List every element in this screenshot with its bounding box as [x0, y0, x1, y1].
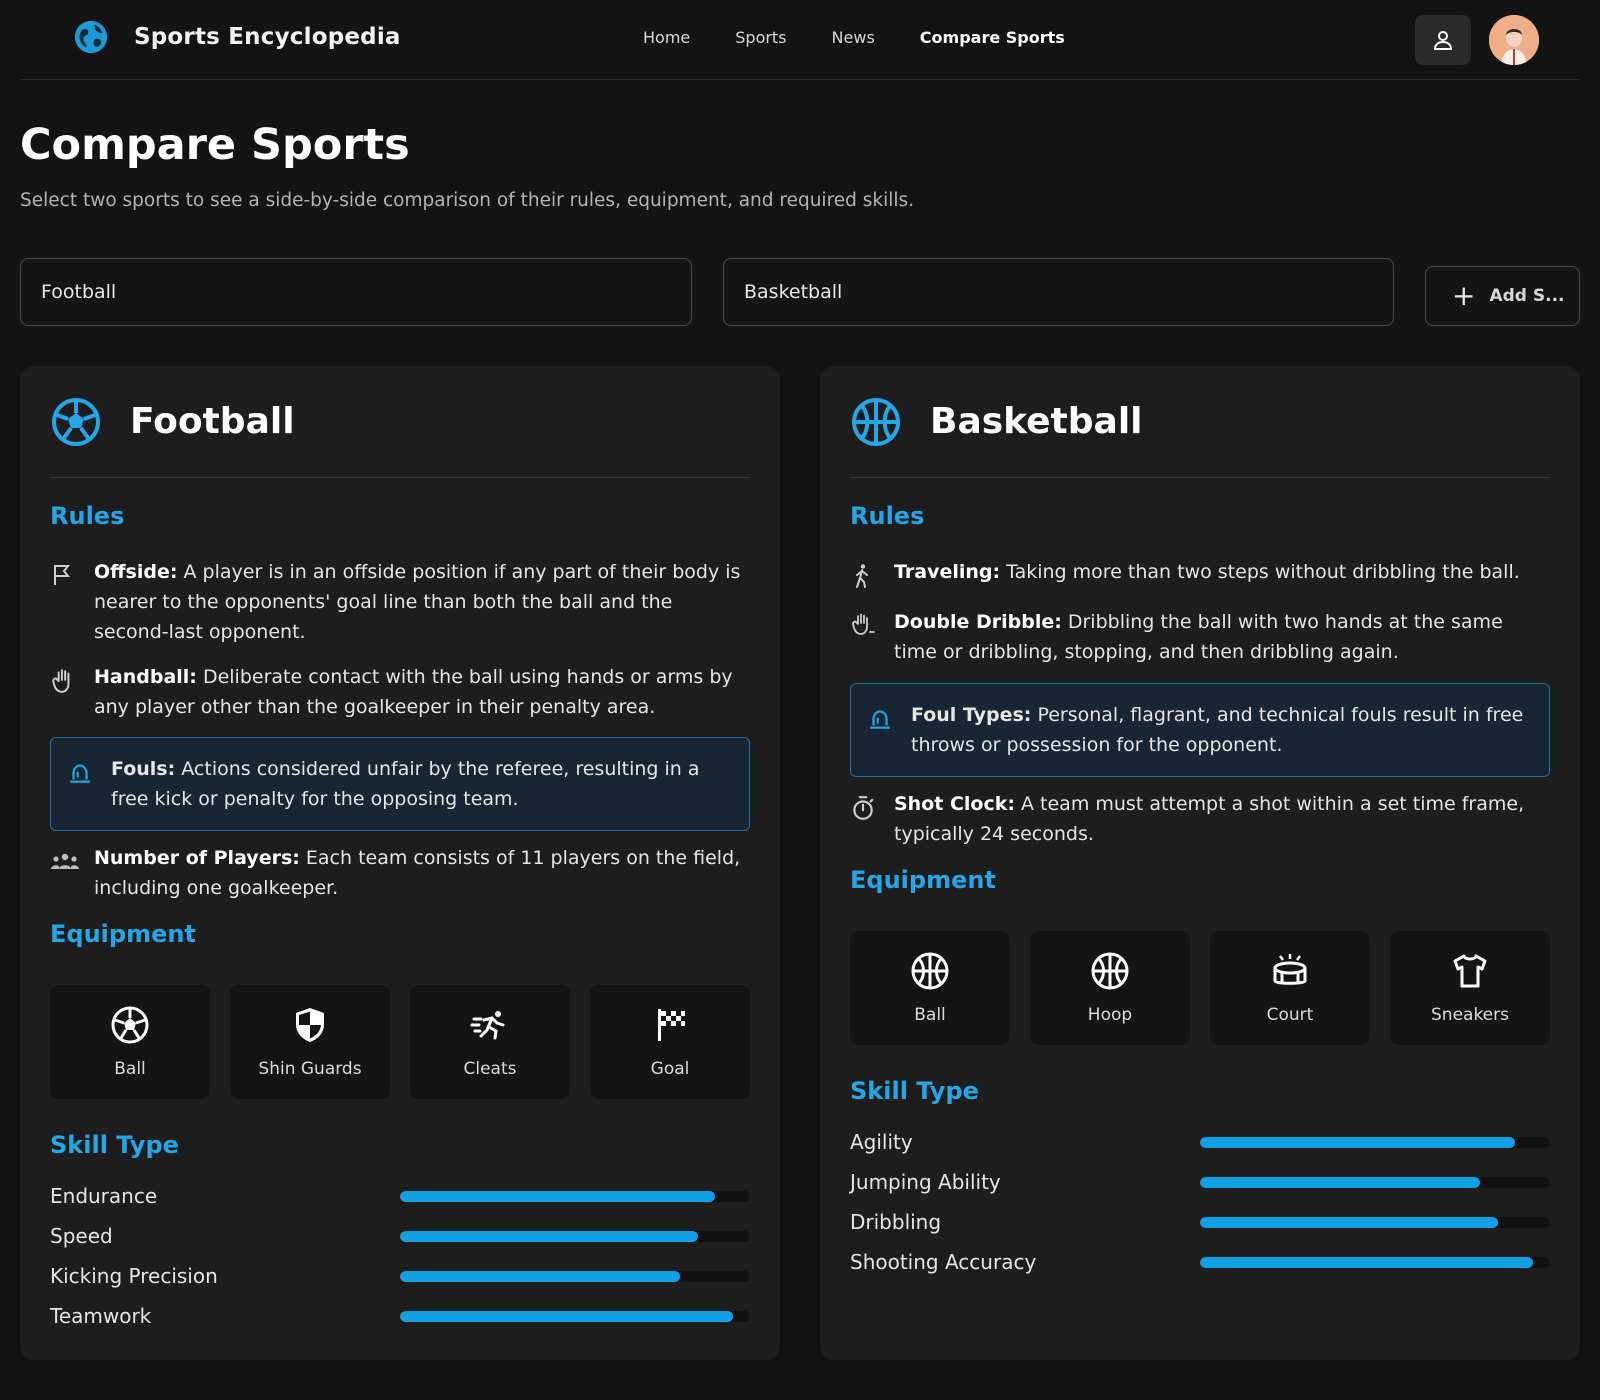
- globe-icon: [74, 20, 108, 54]
- equipment-item: Sneakers: [1390, 931, 1550, 1045]
- equipment-item: Ball: [50, 985, 210, 1099]
- nav-sports[interactable]: Sports: [735, 28, 786, 47]
- football-rules-heading: Rules: [50, 502, 125, 530]
- skill-bar: [1200, 1216, 1550, 1228]
- second-sport-select[interactable]: Basketball: [723, 258, 1394, 326]
- rule-item: Offside: A player is in an offside posit…: [50, 557, 750, 647]
- equipment-item: Court: [1210, 931, 1370, 1045]
- rule-item: Number of Players: Each team consists of…: [50, 843, 750, 903]
- soccer-ball-icon: [52, 397, 100, 446]
- football-equipment-heading: Equipment: [50, 920, 196, 948]
- fouls-callout: Fouls: Actions considered unfair by the …: [50, 737, 750, 831]
- skill-row: Kicking Precision: [50, 1262, 750, 1290]
- main-nav: Home Sports News Compare Sports: [643, 28, 1110, 47]
- skill-bar: [1200, 1256, 1550, 1268]
- football-equipment-list: Ball Shin Guards Cleats Goal: [50, 985, 750, 1099]
- page-title: Compare Sports: [20, 120, 410, 170]
- user-icon: [1433, 31, 1453, 50]
- skill-bar: [400, 1230, 750, 1242]
- basketball-skills-heading: Skill Type: [850, 1077, 979, 1105]
- basketball-title: Basketball: [930, 401, 1143, 442]
- nav-news[interactable]: News: [832, 28, 875, 47]
- user-profile-button[interactable]: [1415, 15, 1471, 65]
- basketball-icon: [852, 397, 900, 446]
- football-skills-heading: Skill Type: [50, 1131, 179, 1159]
- football-card-header: Football: [50, 366, 750, 478]
- skill-bar: [1200, 1136, 1550, 1148]
- equipment-item: Hoop: [1030, 931, 1190, 1045]
- page-subtitle: Select two sports to see a side-by-side …: [20, 190, 915, 211]
- nav-home[interactable]: Home: [643, 28, 690, 47]
- shirt-icon: [1453, 954, 1487, 988]
- basketball-icon: [911, 952, 949, 990]
- second-sport-value: Basketball: [744, 281, 843, 303]
- court-icon: [1273, 954, 1307, 985]
- hand-icon: [50, 668, 80, 722]
- brand-logo[interactable]: Sports Encyclopedia: [72, 18, 401, 56]
- hoop-icon: [1091, 952, 1129, 990]
- football-title: Football: [130, 401, 295, 442]
- skill-row: Shooting Accuracy: [850, 1248, 1550, 1276]
- skill-bar: [400, 1310, 750, 1322]
- skill-bar: [400, 1270, 750, 1282]
- team-icon: [50, 849, 80, 903]
- rule-item: Traveling: Taking more than two steps wi…: [850, 557, 1550, 593]
- equipment-item: Goal: [590, 985, 750, 1099]
- flag-icon: [50, 563, 80, 647]
- brand-name: Sports Encyclopedia: [134, 24, 401, 50]
- basketball-card: Basketball Rules Traveling: Taking more …: [820, 366, 1580, 1360]
- rule-item: Shot Clock: A team must attempt a shot w…: [850, 789, 1550, 849]
- stopwatch-icon: [850, 795, 880, 849]
- skill-row: Dribbling: [850, 1208, 1550, 1236]
- first-sport-value: Football: [41, 281, 117, 303]
- siren-icon: [867, 706, 897, 760]
- rule-item: Handball: Deliberate contact with the ba…: [50, 662, 750, 722]
- skill-row: Endurance: [50, 1182, 750, 1210]
- foul-types-callout: Foul Types: Personal, flagrant, and tech…: [850, 683, 1550, 777]
- skill-row: Teamwork: [50, 1302, 750, 1330]
- add-sport-button[interactable]: + Add S...: [1425, 266, 1580, 326]
- rule-item: Double Dribble: Dribbling the ball with …: [850, 607, 1550, 667]
- checkered-flag-icon: [658, 1009, 685, 1041]
- first-sport-select[interactable]: Football: [20, 258, 692, 326]
- basketball-rules-heading: Rules: [850, 502, 925, 530]
- dribble-hand-icon: [850, 613, 880, 667]
- nav-compare-sports[interactable]: Compare Sports: [920, 28, 1065, 47]
- running-shoe-icon: [470, 1011, 505, 1040]
- avatar[interactable]: [1489, 15, 1539, 65]
- football-card: Football Rules Offside: A player is in a…: [20, 366, 780, 1360]
- skill-row: Speed: [50, 1222, 750, 1250]
- equipment-item: Ball: [850, 931, 1010, 1045]
- plus-icon: +: [1452, 279, 1476, 312]
- equipment-item: Cleats: [410, 985, 570, 1099]
- soccer-ball-icon: [111, 1006, 149, 1044]
- basketball-equipment-heading: Equipment: [850, 866, 996, 894]
- skill-row: Agility: [850, 1128, 1550, 1156]
- equipment-item: Shin Guards: [230, 985, 390, 1099]
- walking-icon: [850, 563, 880, 593]
- basketball-equipment-list: Ball Hoop Court Sneakers: [850, 931, 1550, 1045]
- add-sport-label: Add S...: [1489, 286, 1565, 306]
- skill-bar: [400, 1190, 750, 1202]
- top-nav-bar: Sports Encyclopedia Home Sports News Com…: [20, 0, 1580, 80]
- skill-row: Jumping Ability: [850, 1168, 1550, 1196]
- siren-icon: [67, 760, 97, 814]
- shield-icon: [296, 1008, 324, 1042]
- basketball-card-header: Basketball: [850, 366, 1550, 478]
- skill-bar: [1200, 1176, 1550, 1188]
